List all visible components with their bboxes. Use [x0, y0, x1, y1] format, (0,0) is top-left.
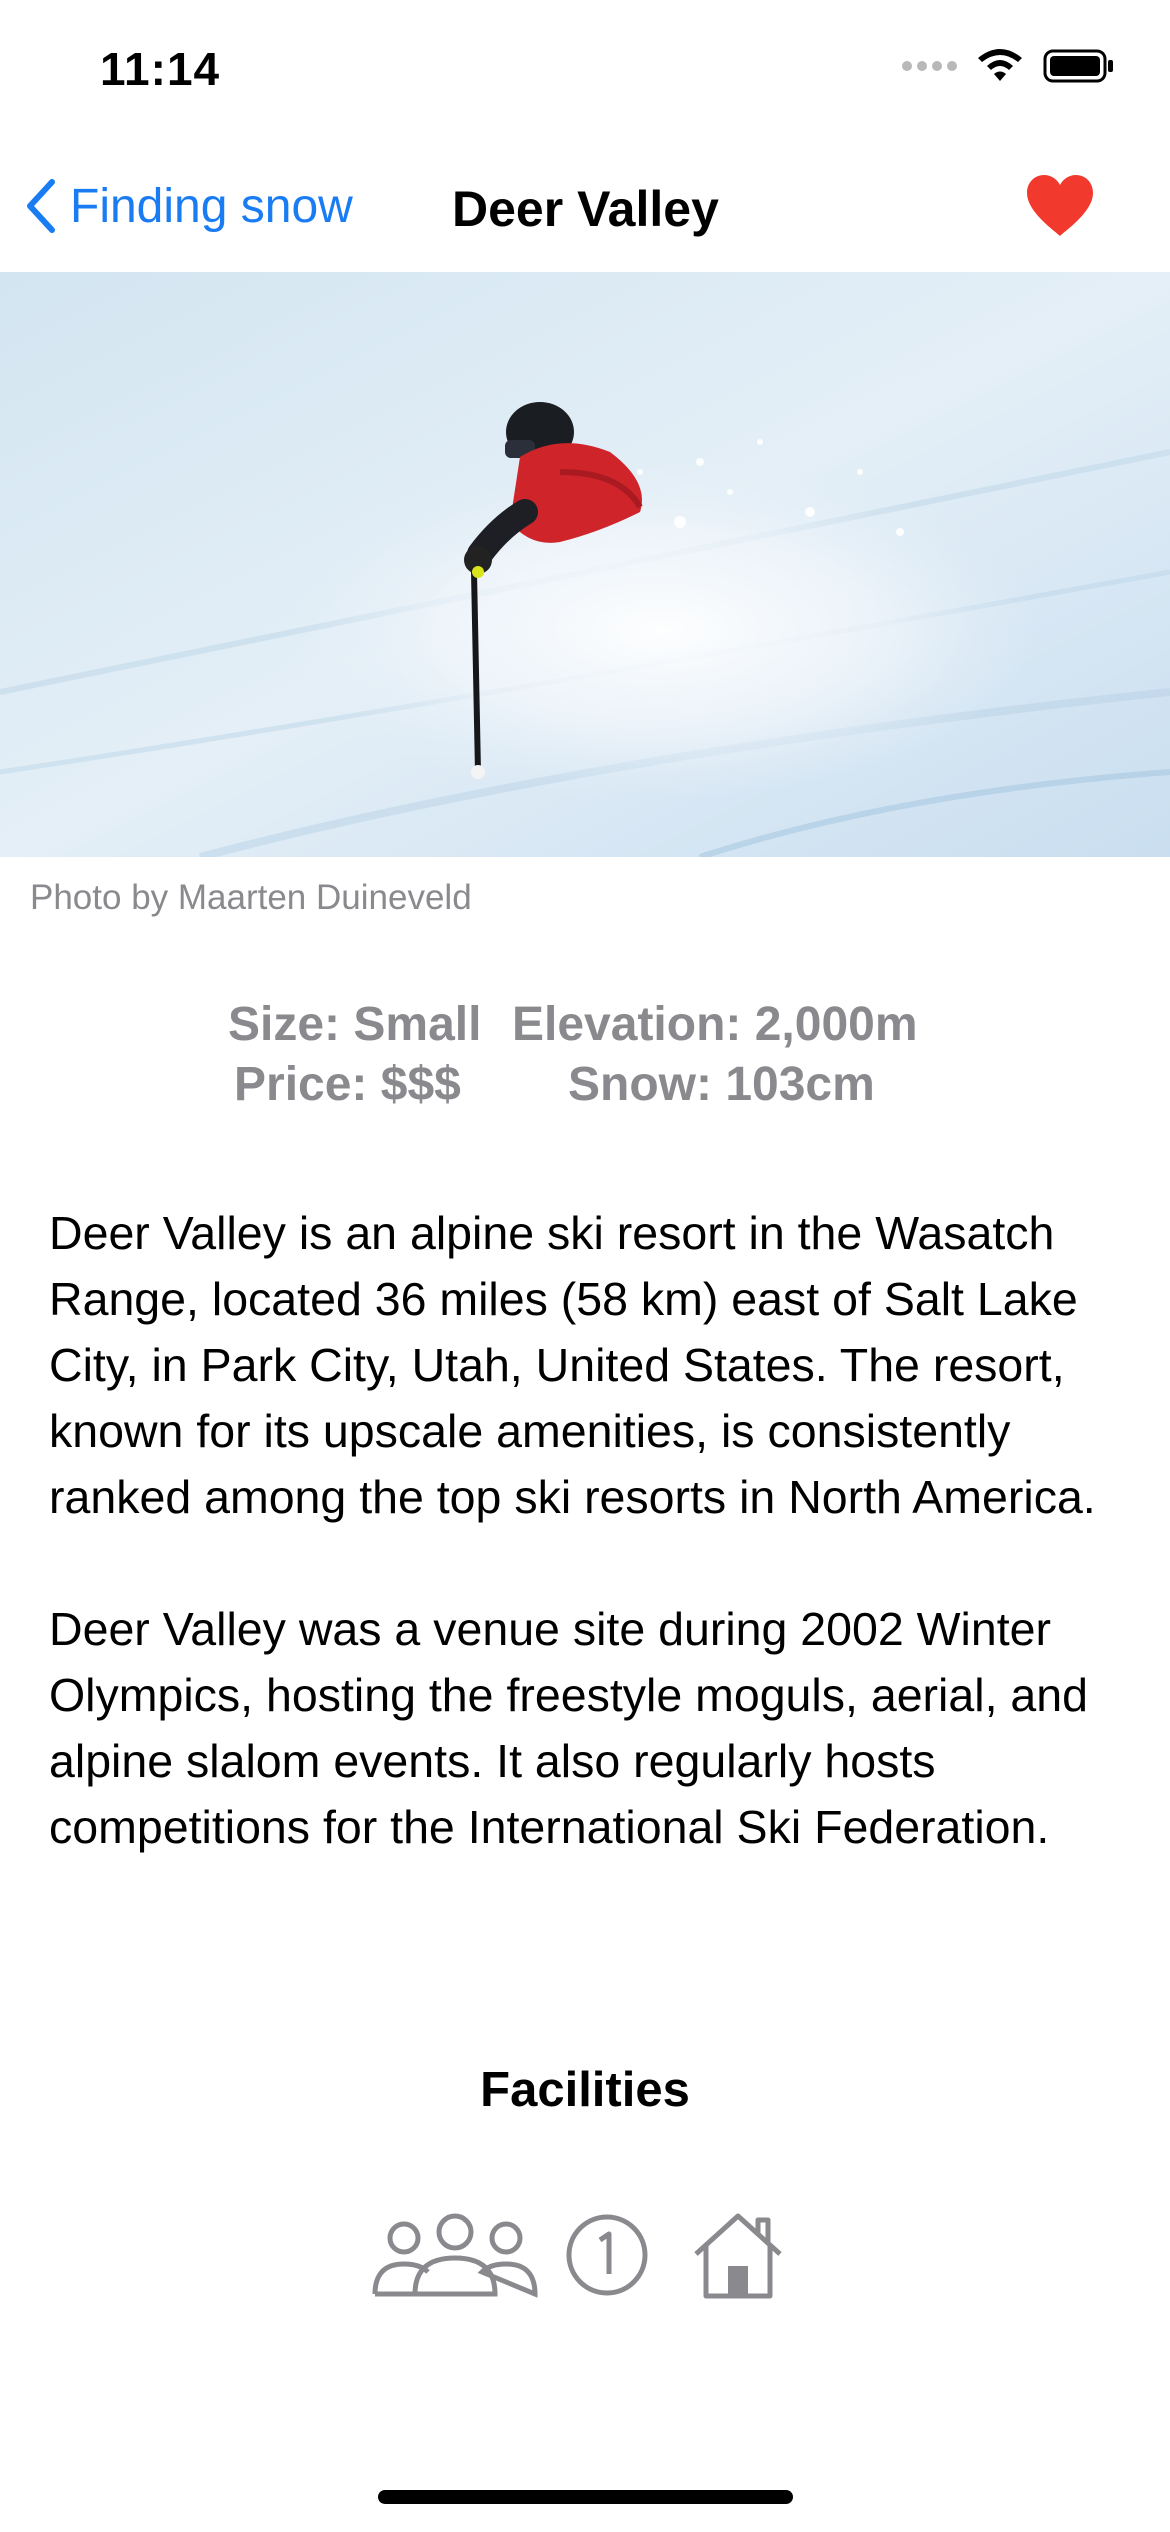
stat-elevation: Elevation: 2,000m [512, 998, 918, 1051]
hero-image [0, 272, 1170, 857]
stat-snow: Snow: 103cm [568, 1058, 875, 1111]
back-button[interactable]: Finding snow [22, 176, 353, 236]
status-time: 11:14 [100, 43, 221, 95]
house-icon [694, 2213, 782, 2299]
number-one-circle-icon [566, 2214, 648, 2296]
photo-credit: Photo by Maarten Duineveld [30, 878, 472, 917]
navigation-bar: Finding snow Deer Valley [0, 150, 1170, 272]
facility-icons [370, 2210, 788, 2300]
description-paragraph: Deer Valley was a venue site during 2002… [49, 1603, 1088, 1853]
signal-icon [902, 61, 957, 71]
home-indicator[interactable] [378, 2490, 793, 2504]
description-paragraph: Deer Valley is an alpine ski resort in t… [49, 1207, 1096, 1523]
stat-price: Price: $$$ [234, 1058, 461, 1111]
resort-description: Deer Valley is an alpine ski resort in t… [49, 1200, 1129, 1926]
battery-icon [1043, 49, 1113, 83]
stat-size: Size: Small [228, 998, 482, 1051]
heart-icon [1027, 175, 1093, 236]
back-button-label: Finding snow [70, 179, 353, 233]
group-icon [372, 2213, 538, 2298]
skier-photo [0, 272, 1170, 857]
status-bar: 11:14 [0, 0, 1170, 150]
wifi-icon [978, 49, 1022, 81]
facilities-heading: Facilities [480, 2063, 690, 2117]
page-title: Deer Valley [452, 181, 719, 237]
status-icons [902, 48, 1115, 84]
chevron-left-icon [27, 179, 55, 233]
favorite-button[interactable] [1025, 174, 1095, 243]
